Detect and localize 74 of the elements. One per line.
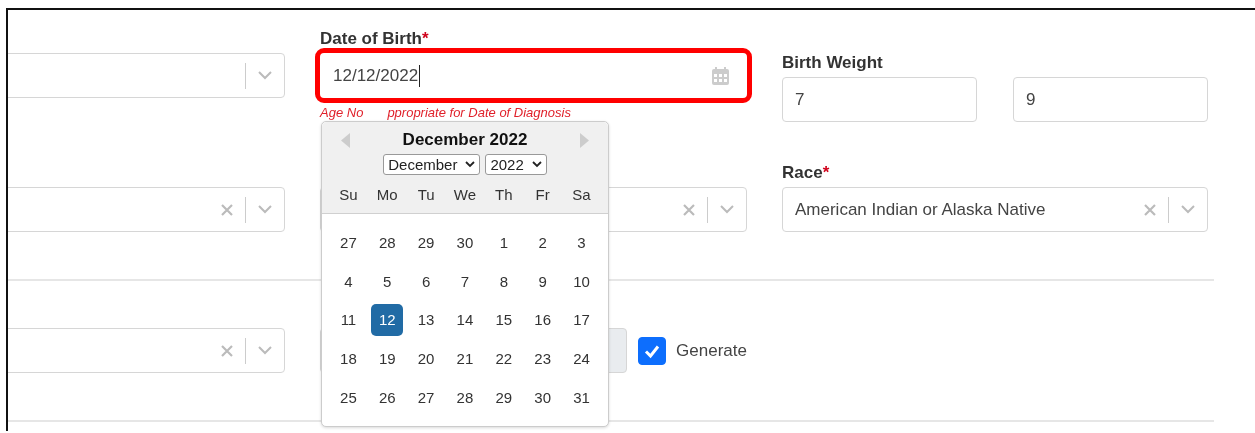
- weekday-label: We: [452, 185, 478, 203]
- calendar-day[interactable]: 22: [487, 343, 520, 376]
- text-input-field[interactable]: 7: [782, 77, 977, 122]
- calendar-day[interactable]: 9: [526, 265, 559, 298]
- required-mark: *: [822, 163, 830, 182]
- required-mark: *: [422, 29, 429, 48]
- checkbox-label: Generate: [676, 340, 747, 361]
- checkbox[interactable]: [638, 336, 667, 365]
- calendar-day[interactable]: 20: [410, 343, 443, 376]
- chevron-down-icon: [531, 161, 542, 168]
- calendar-icon[interactable]: [712, 66, 729, 85]
- calendar-day[interactable]: 2: [526, 227, 559, 260]
- month-dropdown[interactable]: December: [383, 154, 481, 175]
- calendar-title: December 2022: [402, 130, 528, 150]
- calendar-day[interactable]: 7: [448, 265, 481, 298]
- weekday-label: Mo: [375, 185, 399, 203]
- calendar-day[interactable]: 29: [487, 381, 520, 414]
- field-label: Date of Birth: [320, 29, 422, 48]
- chevron-down-icon[interactable]: [258, 71, 272, 80]
- calendar-day[interactable]: 28: [371, 227, 404, 260]
- calendar-day[interactable]: 8: [487, 265, 520, 298]
- calendar-day[interactable]: 27: [332, 227, 365, 260]
- weekday-label: Fr: [534, 185, 551, 203]
- calendar-day[interactable]: 21: [448, 343, 481, 376]
- weekday-label: Tu: [416, 185, 436, 203]
- calendar-day[interactable]: 5: [371, 265, 404, 298]
- chevron-down-icon[interactable]: [258, 346, 272, 355]
- clear-icon[interactable]: [683, 203, 695, 216]
- calendar-day[interactable]: 31: [565, 381, 598, 414]
- calendar-day[interactable]: 25: [332, 381, 365, 414]
- select-field[interactable]: [8, 328, 285, 373]
- calendar-day[interactable]: 30: [526, 381, 559, 414]
- chevron-down-icon[interactable]: [258, 205, 272, 214]
- next-month-icon[interactable]: [580, 132, 589, 148]
- calendar-day[interactable]: 4: [332, 265, 365, 298]
- calendar-day[interactable]: 17: [565, 304, 598, 337]
- error-message: ppropriate for Date of Diagnosis: [387, 105, 571, 122]
- calendar-day[interactable]: 18: [332, 343, 365, 376]
- chevron-down-icon[interactable]: [1181, 205, 1195, 214]
- calendar-day[interactable]: 30: [448, 227, 481, 260]
- calendar-day[interactable]: 19: [371, 343, 404, 376]
- calendar-day[interactable]: 15: [487, 304, 520, 337]
- calendar-day[interactable]: 12: [371, 304, 404, 337]
- select-field[interactable]: American Indian or Alaska Native: [782, 187, 1208, 232]
- field-label: Birth Weight: [782, 52, 884, 74]
- field-label: Race: [782, 163, 823, 182]
- calendar-day[interactable]: 3: [565, 227, 598, 260]
- calendar-day[interactable]: 1: [487, 227, 520, 260]
- select-field[interactable]: [8, 53, 285, 98]
- calendar-day[interactable]: 29: [410, 227, 443, 260]
- text-input-field[interactable]: 9: [1013, 77, 1208, 122]
- chevron-down-icon[interactable]: [720, 205, 734, 214]
- calendar-day[interactable]: 13: [410, 304, 443, 337]
- calendar-day[interactable]: 27: [410, 381, 443, 414]
- error-message: Age No: [320, 105, 364, 122]
- clear-icon[interactable]: [221, 344, 233, 357]
- calendar-day[interactable]: 28: [448, 381, 481, 414]
- clear-icon[interactable]: [221, 203, 233, 216]
- calendar-day[interactable]: 11: [332, 304, 365, 337]
- calendar-day[interactable]: 6: [410, 265, 443, 298]
- calendar-day[interactable]: 26: [371, 381, 404, 414]
- calendar-day[interactable]: 14: [448, 304, 481, 337]
- calendar-day[interactable]: 10: [565, 265, 598, 298]
- previous-month-icon[interactable]: [341, 132, 350, 148]
- weekday-label: Th: [494, 185, 514, 203]
- calendar-day[interactable]: 23: [526, 343, 559, 376]
- chevron-down-icon: [465, 161, 476, 168]
- select-field[interactable]: [8, 187, 285, 232]
- weekday-label: Su: [338, 185, 359, 203]
- clear-icon[interactable]: [1144, 203, 1156, 216]
- calendar-day[interactable]: 24: [565, 343, 598, 376]
- calendar-day[interactable]: 16: [526, 304, 559, 337]
- weekday-label: Sa: [571, 185, 592, 203]
- year-dropdown[interactable]: 2022: [485, 154, 547, 175]
